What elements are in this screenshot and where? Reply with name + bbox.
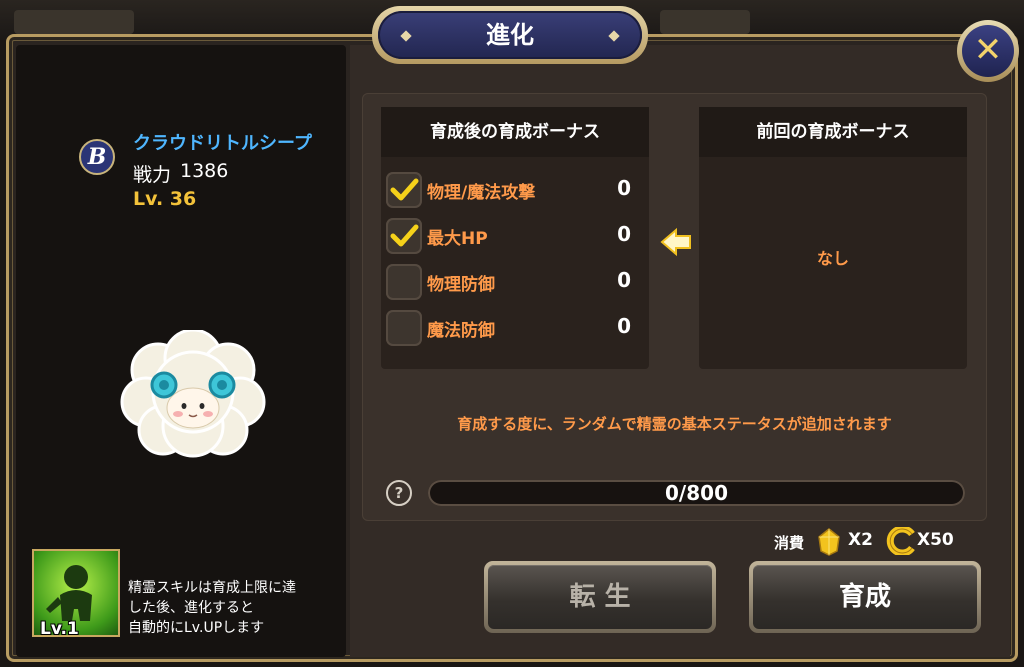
bonus-before-empty: なし	[816, 249, 849, 268]
train-button[interactable]: 育成	[749, 561, 981, 633]
stat-checkbox[interactable]	[386, 310, 422, 346]
skill-description: 精霊スキルは育成上限に達 した後、進化すると 自動的にLv.UPします	[128, 580, 296, 636]
training-info-text: 育成する度に、ランダムで精霊の基本ステータスが追加されます	[457, 415, 892, 433]
arrow-left-icon	[660, 227, 691, 257]
stat-label: 物理/魔法攻撃	[427, 183, 536, 203]
skill-level: Lv.1	[40, 619, 79, 639]
title-plate: 進化	[372, 6, 648, 64]
stat-row: 魔法防御 0	[381, 307, 649, 347]
stat-value: 0	[617, 268, 631, 292]
progress-text: 0/800	[665, 481, 728, 505]
stat-row: 最大HP 0	[381, 215, 649, 255]
coin-cost: X50	[917, 530, 954, 550]
coin-icon	[886, 527, 915, 555]
bonus-after-title: 育成後の育成ボーナス	[381, 107, 649, 157]
stat-row: 物理/魔法攻撃 0	[381, 169, 649, 209]
sheep-spirit-image	[120, 330, 266, 458]
spirit-level: Lv. 36	[133, 188, 197, 210]
reincarnate-button-label: 転 生	[569, 582, 631, 612]
stat-label: 最大HP	[427, 229, 488, 249]
bonus-after-box: 育成後の育成ボーナス 物理/魔法攻撃 0 最大HP 0 物理防御 0 魔法防御 0	[381, 107, 649, 369]
checkmark-icon	[390, 178, 419, 201]
stat-checkbox[interactable]	[386, 264, 422, 300]
stat-label: 魔法防御	[427, 321, 495, 341]
stat-checkbox[interactable]	[386, 172, 422, 208]
background-tab	[660, 10, 750, 34]
stat-label: 物理防御	[427, 275, 495, 295]
grade-badge: B	[79, 139, 115, 175]
spirit-name: クラウドリトルシープ	[133, 133, 312, 154]
power-value: 1386	[180, 160, 229, 182]
stat-row: 物理防御 0	[381, 261, 649, 301]
training-progress-bar: 0/800	[428, 480, 965, 506]
cost-label: 消費	[774, 534, 805, 552]
gem-cost: X2	[848, 530, 873, 550]
train-button-label: 育成	[838, 582, 891, 612]
stat-value: 0	[617, 222, 631, 246]
close-button[interactable]: ✕	[957, 20, 1019, 82]
stat-checkbox[interactable]	[386, 218, 422, 254]
gem-icon	[818, 528, 840, 556]
dialog-title: 進化	[486, 21, 534, 49]
close-icon: ✕	[962, 25, 1014, 77]
checkmark-icon	[390, 224, 419, 247]
power-label: 戦力	[133, 164, 172, 186]
background-tab	[14, 10, 134, 34]
stat-value: 0	[617, 314, 631, 338]
help-icon[interactable]: ?	[386, 480, 412, 506]
reincarnate-button[interactable]: 転 生	[484, 561, 716, 633]
bonus-before-box: 前回の育成ボーナス なし	[699, 107, 967, 369]
bonus-before-title: 前回の育成ボーナス	[699, 107, 967, 157]
stat-value: 0	[617, 176, 631, 200]
